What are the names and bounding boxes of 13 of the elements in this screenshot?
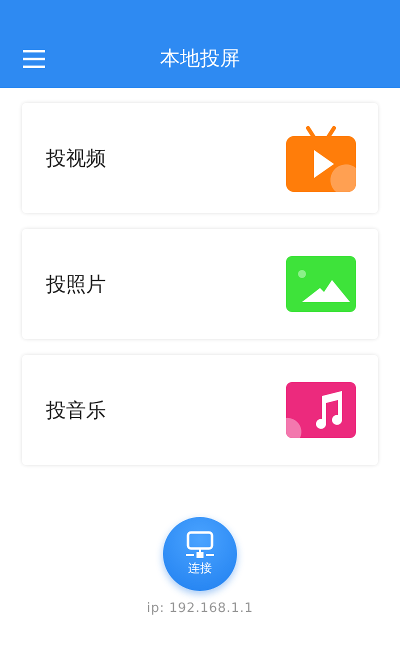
menu-card[interactable]: 投视频 — [22, 103, 378, 213]
tv-play-icon — [286, 124, 356, 192]
menu-icon[interactable] — [23, 50, 45, 68]
card-label: 投照片 — [46, 270, 106, 298]
music-note-icon — [286, 382, 356, 438]
menu-card[interactable]: 投音乐 — [22, 355, 378, 465]
ip-address: ip: 192.168.1.1 — [146, 601, 254, 616]
menu-card[interactable]: 投照片 — [22, 229, 378, 339]
image-icon — [286, 256, 356, 312]
monitor-network-icon — [183, 531, 217, 559]
card-label: 投音乐 — [46, 396, 106, 424]
page-title: 本地投屏 — [160, 45, 240, 72]
card-label: 投视频 — [46, 144, 106, 172]
